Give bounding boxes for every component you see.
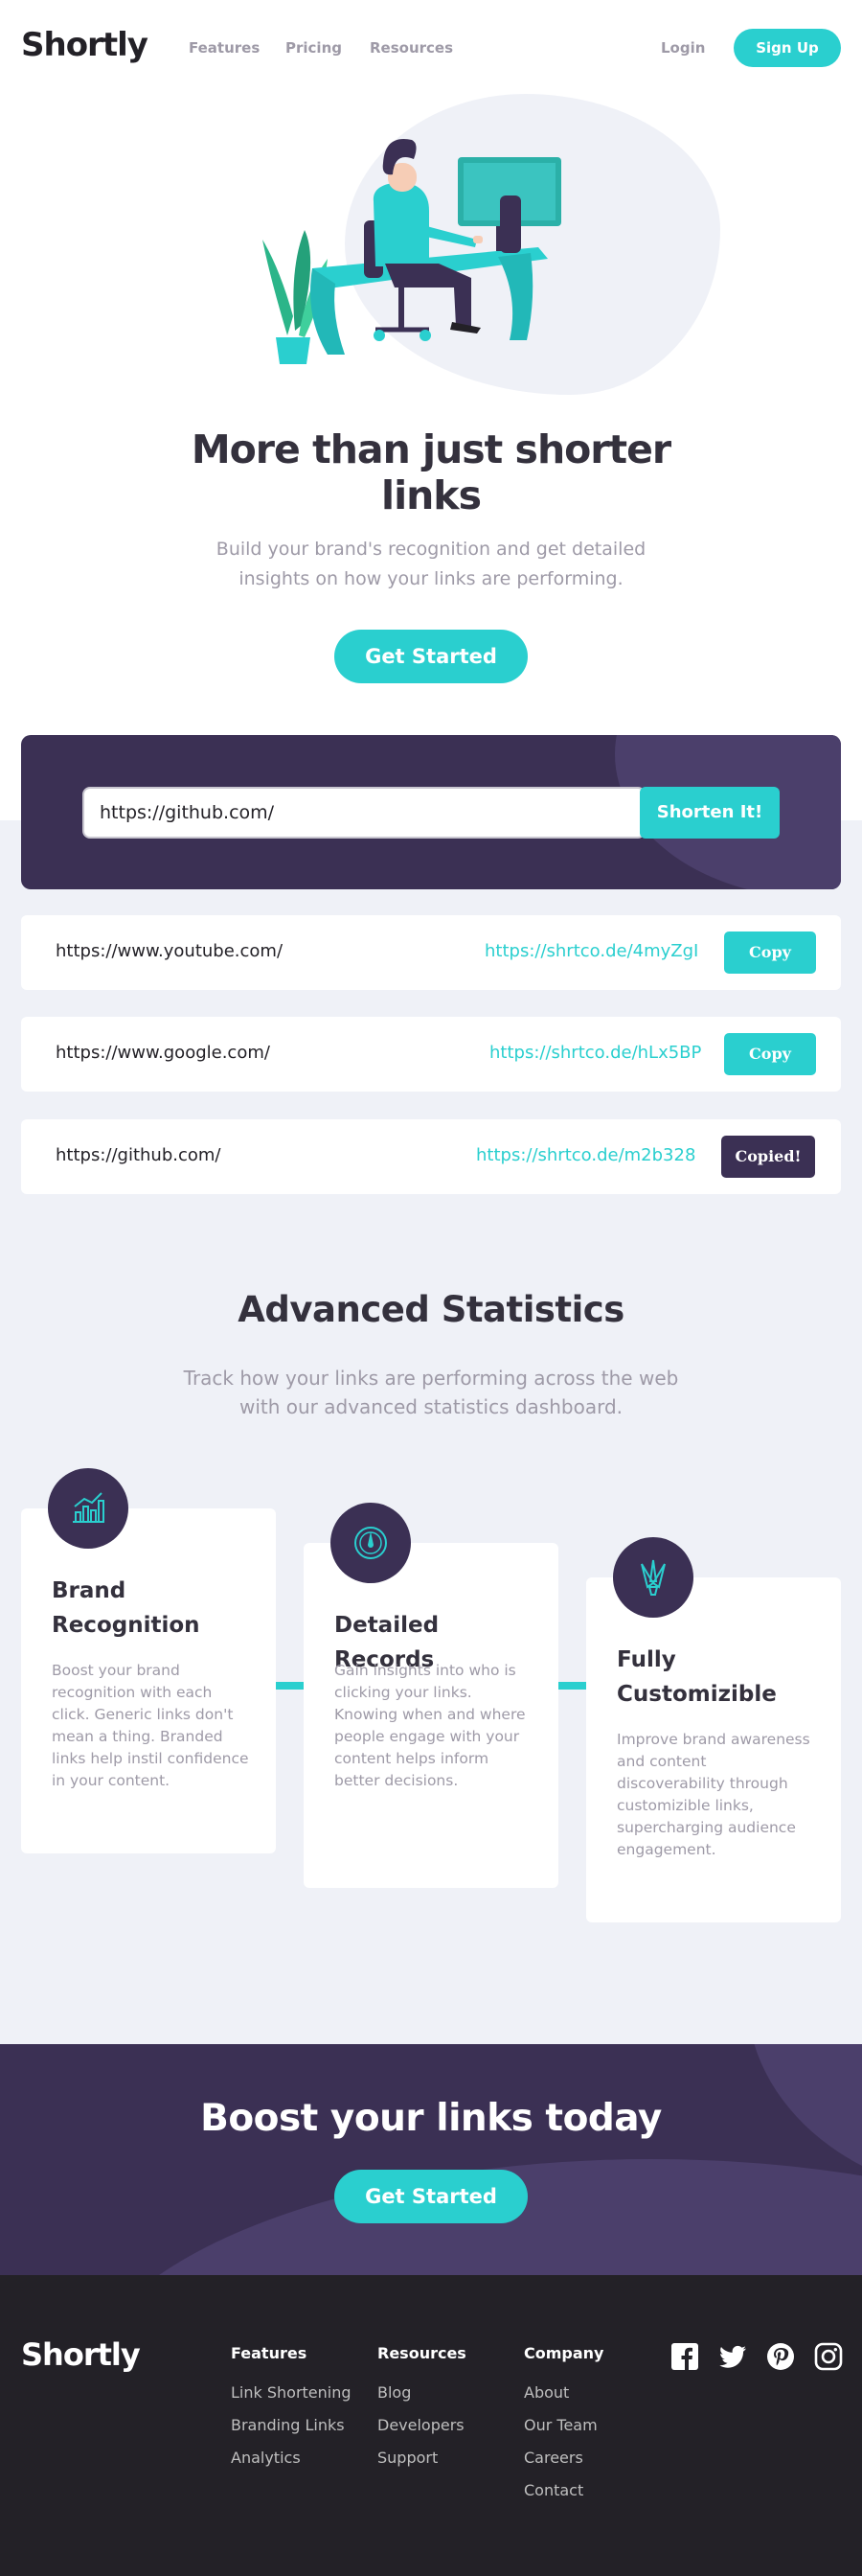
nav-link-pricing[interactable]: Pricing [285, 39, 342, 57]
footer: Shortly Features Link Shortening Brandin… [0, 2275, 862, 2576]
result-row: https://www.google.com/ https://shrtco.d… [21, 1017, 841, 1092]
facebook-icon[interactable] [670, 2342, 699, 2371]
footer-link[interactable]: Contact [524, 2481, 677, 2514]
result-short-url[interactable]: https://shrtco.de/4myZgI [485, 941, 698, 961]
hero-subtitle: Build your brand's recognition and get d… [216, 539, 646, 589]
boost-section: Boost your links today Get Started [0, 2044, 862, 2275]
hero-title: More than just shorter links [191, 426, 671, 518]
footer-link[interactable]: Blog [377, 2383, 531, 2416]
footer-column-company: Company About Our Team Careers Contact [524, 2344, 677, 2514]
result-row: https://www.youtube.com/ https://shrtco.… [21, 915, 841, 990]
footer-heading: Features [231, 2344, 307, 2362]
footer-column-resources: Resources Blog Developers Support [377, 2344, 531, 2481]
card-text: Gain insights into who is clicking your … [334, 1662, 526, 1789]
card-text: Boost your brand recognition with each c… [52, 1662, 249, 1789]
stat-card-brand-recognition: Brand Recognition Boost your brand recog… [21, 1468, 276, 1853]
stat-card-detailed-records: Detailed Records Gain insights into who … [304, 1503, 558, 1888]
result-original-url: https://www.google.com/ [56, 1043, 270, 1063]
copy-button[interactable]: Copy [724, 1033, 816, 1075]
copied-button[interactable]: Copied! [721, 1136, 815, 1178]
result-short-url[interactable]: https://shrtco.de/hLx5BP [489, 1043, 701, 1063]
statistics-title: Advanced Statistics [238, 1289, 624, 1330]
working-illustration [262, 139, 561, 364]
twitter-icon[interactable] [718, 2342, 747, 2371]
footer-heading: Resources [377, 2344, 466, 2362]
footer-heading: Company [524, 2344, 604, 2362]
result-short-url[interactable]: https://shrtco.de/m2b328 [476, 1145, 695, 1165]
footer-link[interactable]: Support [377, 2449, 531, 2481]
login-link[interactable]: Login [661, 39, 705, 57]
card-title: Fully Customizible [617, 1647, 777, 1707]
pinterest-icon[interactable] [766, 2342, 795, 2371]
gauge-icon [330, 1503, 411, 1583]
card-text: Improve brand awareness and content disc… [617, 1731, 810, 1858]
url-input[interactable] [82, 787, 646, 839]
shorten-panel: Shorten It! [21, 735, 841, 889]
footer-link[interactable]: Developers [377, 2416, 531, 2449]
result-original-url: https://www.youtube.com/ [56, 941, 284, 961]
statistics-subtitle: Track how your links are performing acro… [183, 1367, 679, 1418]
footer-link[interactable]: Link Shortening [231, 2383, 384, 2416]
instagram-icon[interactable] [814, 2342, 843, 2371]
signup-button[interactable]: Sign Up [734, 29, 841, 67]
logo[interactable]: Shortly [21, 26, 148, 64]
hero-get-started-button[interactable]: Get Started [334, 630, 528, 683]
boost-get-started-button[interactable]: Get Started [334, 2170, 528, 2223]
result-row: https://github.com/ https://shrtco.de/m2… [21, 1119, 841, 1194]
boost-title: Boost your links today [200, 2097, 662, 2140]
chart-icon [48, 1468, 128, 1549]
footer-link[interactable]: Careers [524, 2449, 677, 2481]
top-nav: Shortly Features Pricing Resources Login… [0, 0, 862, 96]
result-original-url: https://github.com/ [56, 1145, 221, 1165]
stat-card-fully-customizable: Fully Customizible Improve brand awarene… [586, 1537, 841, 1922]
footer-logo[interactable]: Shortly [21, 2336, 141, 2373]
copy-button[interactable]: Copy [724, 932, 816, 974]
nav-link-resources[interactable]: Resources [370, 39, 453, 57]
footer-link[interactable]: Our Team [524, 2416, 677, 2449]
footer-link[interactable]: About [524, 2383, 677, 2416]
brush-icon [613, 1537, 693, 1618]
shorten-button[interactable]: Shorten It! [640, 787, 780, 839]
card-title: Brand Recognition [52, 1578, 200, 1638]
footer-link[interactable]: Analytics [231, 2449, 384, 2481]
footer-link[interactable]: Branding Links [231, 2416, 384, 2449]
footer-column-features: Features Link Shortening Branding Links … [231, 2344, 384, 2481]
nav-link-features[interactable]: Features [189, 39, 260, 57]
